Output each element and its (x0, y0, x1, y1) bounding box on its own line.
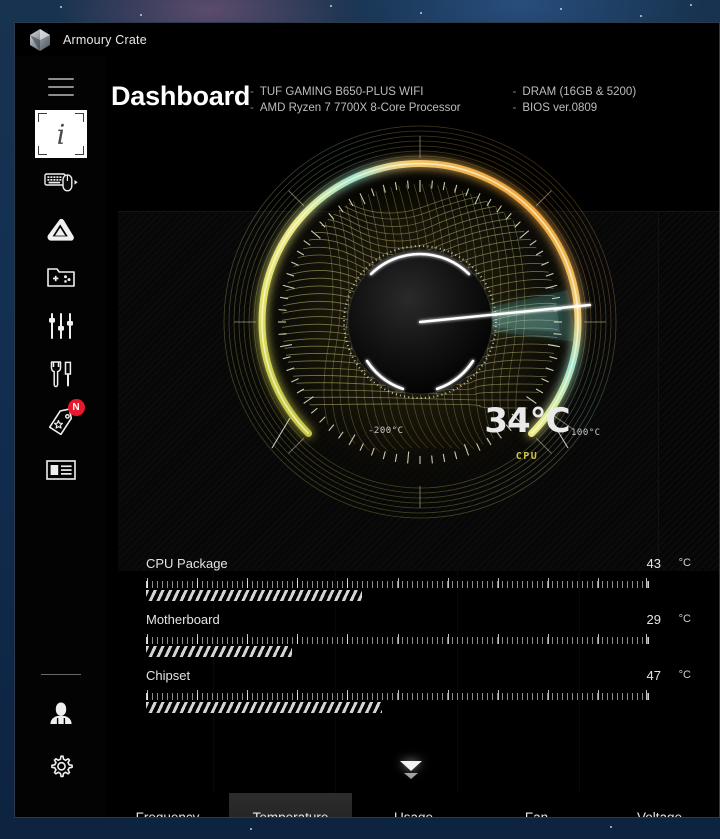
metric-row: Motherboard 29 °C (146, 612, 691, 668)
sidebar-divider (40, 674, 81, 675)
page-title: Dashboard (111, 81, 251, 111)
metric-value: 43 (646, 556, 661, 571)
gear-icon (47, 753, 75, 781)
metric-bar-fill (146, 702, 382, 713)
metric-unit: °C (678, 669, 691, 681)
gauge-source-label: CPU (515, 451, 539, 462)
metric-label: Motherboard (146, 612, 220, 627)
metric-value: 47 (646, 668, 661, 683)
metric-row: Chipset 47 °C (146, 668, 691, 724)
keyboard-mouse-icon (43, 170, 78, 194)
tab-usage[interactable]: Usage (352, 793, 475, 818)
system-info-item: - DRAM (16GB & 5200) (512, 86, 637, 98)
info-i-icon: i (48, 119, 74, 149)
tab-frequency[interactable]: Frequency (106, 793, 229, 818)
gauge-readout: 34°C CPU (457, 363, 597, 503)
main-content: Dashboard - TUF GAMING B650-PLUS WIFI - AM… (106, 56, 719, 818)
armoury-crate-hex-logo-icon (29, 28, 51, 52)
sidebar-item-tools[interactable] (35, 350, 87, 398)
sidebar-item-featured-deals[interactable]: N (35, 398, 87, 446)
tab-fan[interactable]: Fan (475, 793, 598, 818)
hamburger-menu-icon[interactable] (47, 78, 74, 96)
news-card-icon (45, 458, 77, 482)
sidebar-item-news[interactable] (35, 446, 87, 494)
metric-tab-bar: Frequency Temperature Usage Fan Voltage (106, 793, 719, 818)
metric-row: CPU Package 43 °C (146, 556, 691, 612)
user-avatar-icon (46, 699, 76, 727)
sidebar-item-settings[interactable] (35, 743, 87, 791)
gauge-panel-right-strip (658, 211, 719, 571)
metric-scale (146, 578, 649, 588)
armoury-crate-window: Armoury Crate i N Dashboard - TUF GAMING… (14, 22, 720, 818)
wrench-screwdriver-icon (46, 360, 76, 388)
tab-temperature[interactable]: Temperature (229, 793, 352, 817)
metric-unit: °C (678, 613, 691, 625)
metric-scale (146, 690, 649, 700)
sidebar-item-scenario-profiles[interactable] (35, 302, 87, 350)
sliders-icon (46, 312, 76, 340)
sidebar: i N (15, 56, 106, 817)
notification-badge: N (67, 399, 85, 416)
sidebar-item-game-library[interactable] (35, 254, 87, 302)
sidebar-item-user-account[interactable] (35, 689, 87, 737)
aura-triangle-icon (46, 217, 76, 243)
metric-scale (146, 634, 649, 644)
svg-text:i: i (56, 120, 65, 149)
system-info-item: - TUF GAMING B650-PLUS WIFI (250, 86, 424, 98)
app-title: Armoury Crate (63, 32, 147, 47)
system-info-item: - AMD Ryzen 7 7700X 8-Core Processor (250, 102, 461, 114)
metric-list: CPU Package 43 °C Motherboard 29 °C Chip… (146, 556, 691, 724)
system-info-column-2: - DRAM (16GB & 5200) - BIOS ver.0809 (513, 84, 637, 116)
gauge-min-label: -200°C (368, 426, 404, 436)
sidebar-bottom-group (15, 674, 106, 817)
tab-voltage[interactable]: Voltage (598, 793, 719, 818)
metric-value: 29 (646, 612, 661, 627)
title-bar: Armoury Crate (15, 23, 719, 56)
metric-bar-fill (146, 590, 362, 601)
sidebar-item-aura-sync[interactable] (35, 206, 87, 254)
sidebar-item-device-info[interactable]: i (34, 110, 87, 158)
system-info: - TUF GAMING B650-PLUS WIFI - AMD Ryzen 7 … (250, 84, 636, 116)
metric-label: CPU Package (146, 556, 228, 571)
gauge-value: 34°C (484, 401, 570, 441)
metric-unit: °C (678, 557, 691, 569)
double-chevron-down-icon[interactable] (393, 753, 429, 787)
metric-label: Chipset (146, 668, 191, 683)
gamepad-folder-icon (46, 265, 76, 291)
sidebar-item-keyboard-mouse[interactable] (35, 158, 87, 206)
system-info-column-1: - TUF GAMING B650-PLUS WIFI - AMD Ryzen 7 … (250, 84, 461, 116)
system-info-item: - BIOS ver.0809 (512, 102, 598, 114)
cpu-temperature-gauge: -200°C 100°C 34°C CPU (216, 118, 624, 526)
metric-bar-fill (146, 646, 292, 657)
